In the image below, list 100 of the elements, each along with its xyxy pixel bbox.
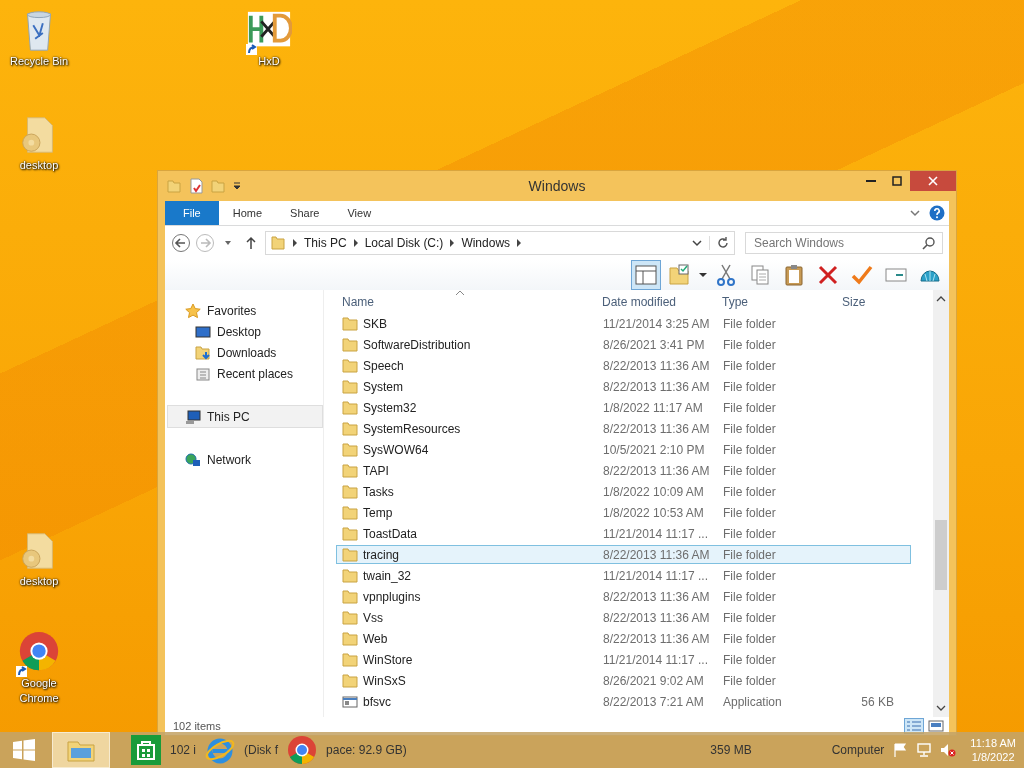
- file-row[interactable]: bfsvc 8/22/2013 7:21 AM Application 56 KB: [336, 692, 911, 711]
- status-text: 359 MB: [710, 743, 752, 757]
- pane-layout-button[interactable]: [631, 260, 661, 290]
- file-row[interactable]: Vss 8/22/2013 11:36 AM File folder: [336, 608, 911, 627]
- date-cell: 10/5/2021 2:10 PM: [603, 443, 705, 457]
- refresh-icon[interactable]: [709, 236, 730, 250]
- column-header[interactable]: Type: [722, 295, 748, 309]
- copy-icon: [748, 263, 772, 287]
- dropdown-icon[interactable]: [699, 271, 707, 279]
- folder-icon: [342, 337, 358, 353]
- date-cell: 1/8/2022 10:09 AM: [603, 485, 704, 499]
- column-header[interactable]: Name: [342, 295, 374, 309]
- large-icons-view-icon[interactable]: [927, 719, 945, 733]
- folder-icon: [342, 673, 358, 689]
- ribbon-tab[interactable]: Share: [276, 201, 334, 225]
- file-row[interactable]: Tasks 1/8/2022 10:09 AM File folder: [336, 482, 911, 501]
- folder-icon: [342, 421, 358, 437]
- sidebar-item[interactable]: Favorites: [165, 300, 323, 321]
- file-row[interactable]: tracing 8/22/2013 11:36 AM File folder: [336, 545, 911, 564]
- file-row[interactable]: vpnplugins 8/22/2013 11:36 AM File folder: [336, 587, 911, 606]
- folder-icon: [342, 484, 358, 500]
- scrollbar[interactable]: [933, 290, 949, 717]
- windows-logo-icon: [12, 738, 36, 762]
- close-button[interactable]: [910, 171, 956, 191]
- file-row[interactable]: WinStore 11/21/2014 11:17 ... File folder: [336, 650, 911, 669]
- file-name: vpnplugins: [363, 590, 421, 604]
- file-name: bfsvc: [363, 695, 391, 709]
- file-row[interactable]: SystemResources 8/22/2013 11:36 AM File folder: [336, 419, 911, 438]
- search-box[interactable]: Search Windows: [745, 232, 943, 254]
- ribbon-tab[interactable]: File: [165, 201, 219, 225]
- file-row[interactable]: SKB 11/21/2014 3:25 AM File folder: [336, 314, 911, 333]
- file-name: TAPI: [363, 464, 389, 478]
- scrollbar-thumb[interactable]: [935, 520, 947, 590]
- file-row[interactable]: SysWOW64 10/5/2021 2:10 PM File folder: [336, 440, 911, 459]
- sidebar-item[interactable]: Desktop: [165, 321, 323, 342]
- sidebar-item[interactable]: Recent places: [165, 363, 323, 384]
- file-row[interactable]: twain_32 11/21/2014 11:17 ... File folder: [336, 566, 911, 585]
- folder-icon: [270, 235, 286, 251]
- folder-icon: [342, 547, 358, 563]
- type-cell: File folder: [723, 359, 776, 373]
- chevron-down-icon[interactable]: [909, 207, 921, 219]
- file-row[interactable]: ToastData 11/21/2014 11:17 ... File folder: [336, 524, 911, 543]
- breadcrumb[interactable]: Windows: [461, 236, 511, 250]
- date-cell: 1/8/2022 10:53 AM: [603, 506, 704, 520]
- star-icon: [185, 302, 201, 319]
- ribbon-tab[interactable]: Home: [218, 201, 277, 225]
- folder-icon: [342, 589, 358, 605]
- scroll-down-icon[interactable]: [936, 705, 946, 711]
- back-button[interactable]: [171, 233, 191, 253]
- folder-icon: [342, 505, 358, 521]
- breadcrumb[interactable]: This PC: [304, 236, 347, 250]
- column-header[interactable]: Date modified: [602, 295, 677, 309]
- ribbon-tab[interactable]: View: [333, 201, 386, 225]
- properties-icon[interactable]: [188, 178, 204, 194]
- type-cell: File folder: [723, 422, 776, 436]
- chevron-right-icon[interactable]: [449, 239, 456, 247]
- type-cell: File folder: [723, 632, 776, 646]
- column-header[interactable]: Size: [842, 295, 866, 309]
- file-name: twain_32: [363, 569, 412, 583]
- flag-icon[interactable]: [892, 742, 909, 758]
- date-cell: 8/22/2013 11:36 AM: [603, 590, 710, 604]
- file-row[interactable]: SoftwareDistribution 8/26/2021 3:41 PM File folder: [336, 335, 911, 354]
- file-name: SKB: [363, 317, 387, 331]
- date-cell: 8/22/2013 11:36 AM: [603, 359, 710, 373]
- scroll-up-icon[interactable]: [936, 296, 946, 302]
- sidebar-item[interactable]: Downloads: [165, 342, 323, 363]
- item-count: 102 items: [173, 720, 221, 732]
- status-text: (Disk f: [244, 743, 279, 757]
- up-arrow-icon[interactable]: [245, 236, 257, 250]
- chevron-down-icon[interactable]: [691, 237, 703, 249]
- shortcut-label: desktop: [19, 574, 59, 589]
- window-title: Windows: [528, 178, 586, 194]
- sidebar-item[interactable]: Network: [165, 449, 323, 470]
- speaker-muted-icon[interactable]: [940, 742, 957, 758]
- type-cell: File folder: [723, 653, 776, 667]
- status-text: 102 i: [170, 743, 197, 757]
- chevron-right-icon[interactable]: [292, 239, 298, 247]
- type-cell: File folder: [723, 464, 776, 478]
- file-row[interactable]: TAPI 8/22/2013 11:36 AM File folder: [336, 461, 911, 480]
- chevron-right-icon[interactable]: [516, 239, 523, 247]
- file-row[interactable]: Speech 8/22/2013 11:36 AM File folder: [336, 356, 911, 375]
- dropdown-icon[interactable]: [232, 181, 242, 191]
- file-name: Tasks: [363, 485, 394, 499]
- computer-icon: [185, 408, 201, 425]
- file-row[interactable]: Web 8/22/2013 11:36 AM File folder: [336, 629, 911, 648]
- file-row[interactable]: Temp 1/8/2022 10:53 AM File folder: [336, 503, 911, 522]
- help-icon[interactable]: [929, 205, 945, 221]
- file-row[interactable]: System32 1/8/2022 11:17 AM File folder: [336, 398, 911, 417]
- application-icon: [342, 694, 358, 710]
- checkmark-icon: [850, 263, 874, 287]
- chevron-right-icon[interactable]: [352, 239, 359, 247]
- address-bar[interactable]: This PC Local Disk (C:) Windows: [265, 231, 735, 255]
- sidebar-item[interactable]: This PC: [167, 405, 323, 428]
- file-explorer-button[interactable]: [52, 732, 110, 768]
- folder-icon: [342, 652, 358, 668]
- file-name: tracing: [363, 548, 400, 562]
- file-row[interactable]: WinSxS 8/26/2021 9:02 AM File folder: [336, 671, 911, 690]
- file-name: System: [363, 380, 403, 394]
- file-row[interactable]: System 8/22/2013 11:36 AM File folder: [336, 377, 911, 396]
- breadcrumb[interactable]: Local Disk (C:): [364, 236, 444, 250]
